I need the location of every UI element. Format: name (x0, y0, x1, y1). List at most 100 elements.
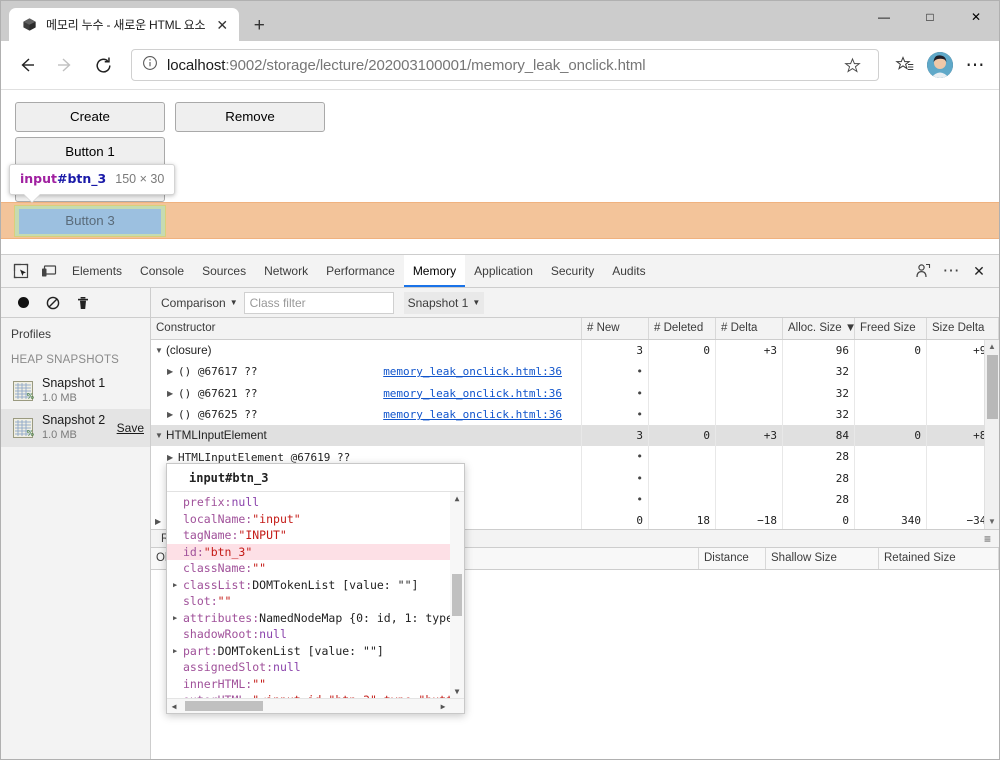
column-header-retained-size[interactable]: Retained Size (879, 548, 999, 569)
scroll-down-arrow[interactable]: ▼ (988, 515, 996, 529)
back-icon[interactable] (9, 47, 45, 83)
popover-scroll-up-arrow[interactable]: ▲ (455, 492, 460, 505)
settings-more-icon[interactable]: ⋯ (959, 49, 991, 81)
grid-vertical-scrollbar[interactable]: ▲ ▼ (984, 340, 999, 529)
column-header-new[interactable]: # New (582, 318, 649, 339)
popover-horizontal-scrollbar[interactable]: ◀ ▶ (167, 698, 464, 713)
tab-console[interactable]: Console (131, 255, 193, 287)
inspect-element-icon[interactable] (7, 258, 35, 284)
property-row[interactable]: tagName: "INPUT" (167, 527, 464, 544)
devtools-close-icon[interactable]: ✕ (965, 258, 993, 284)
address-bar[interactable]: localhost:9002/storage/lecture/202003100… (131, 49, 879, 81)
popover-vertical-scrollbar[interactable]: ▲ ▼ (450, 492, 464, 698)
column-header-delta[interactable]: # Delta (716, 318, 783, 339)
popover-scroll-down-arrow[interactable]: ▼ (455, 685, 460, 698)
source-link[interactable]: memory_leak_onclick.html:36 (383, 361, 576, 382)
minimize-button[interactable]: — (861, 1, 907, 33)
property-row[interactable]: assignedSlot: null (167, 659, 464, 676)
twisty-collapsed-icon[interactable]: ▶ (155, 511, 166, 529)
tab-security[interactable]: Security (542, 255, 603, 287)
record-icon[interactable] (9, 290, 37, 316)
sidebar-item-snapshot-2[interactable]: % Snapshot 2 1.0 MB Save (1, 409, 150, 447)
property-row[interactable]: id: "btn_3" (167, 543, 464, 560)
twisty-expanded-icon[interactable]: ▼ (155, 425, 166, 446)
property-row[interactable]: outerHTML: "<input id="btn_3" type="butt (167, 692, 464, 698)
create-button[interactable]: Create (15, 102, 165, 132)
close-icon[interactable]: ✕ (213, 16, 231, 34)
column-header-alloc-size[interactable]: Alloc. Size ▼ (783, 318, 855, 339)
column-header-constructor[interactable]: Constructor (151, 318, 582, 339)
tab-performance[interactable]: Performance (317, 255, 404, 287)
property-row[interactable]: className: "" (167, 560, 464, 577)
popover-scroll-right-arrow[interactable]: ▶ (436, 702, 450, 711)
close-window-button[interactable]: ✕ (953, 1, 999, 33)
twisty-collapsed-icon[interactable]: ▶ (167, 361, 178, 382)
favorite-star-icon[interactable] (836, 49, 868, 81)
hamburger-icon[interactable]: ≡ (984, 532, 999, 546)
save-snapshot-link[interactable]: Save (117, 421, 144, 435)
favorites-collections-icon[interactable] (889, 49, 921, 81)
tab-application[interactable]: Application (465, 255, 542, 287)
device-toolbar-icon[interactable] (35, 258, 63, 284)
class-filter-input[interactable]: Class filter (243, 291, 394, 314)
scroll-thumb[interactable] (986, 355, 998, 419)
tab-memory[interactable]: Memory (403, 255, 466, 287)
tab-network[interactable]: Network (255, 255, 317, 287)
remove-button[interactable]: Remove (175, 102, 325, 132)
twisty-expanded-icon[interactable]: ▼ (155, 340, 166, 361)
property-row[interactable]: localName: "input" (167, 511, 464, 528)
user-avatar[interactable] (927, 52, 953, 78)
tab-sources[interactable]: Sources (193, 255, 255, 287)
twisty-collapsed-icon[interactable]: ▶ (173, 577, 183, 594)
no-entry-icon[interactable] (39, 290, 67, 316)
table-row[interactable]: ▼(closure)30+3960+96 (151, 340, 999, 362)
popover-hscroll-thumb[interactable] (185, 701, 263, 711)
source-link[interactable]: memory_leak_onclick.html:36 (383, 404, 576, 425)
property-row[interactable]: prefix: null (167, 494, 464, 511)
popover-hscroll-track[interactable] (181, 701, 436, 711)
property-row[interactable]: innerHTML: "" (167, 676, 464, 693)
property-row[interactable]: ▶ part: DOMTokenList [value: ""] (167, 643, 464, 660)
new-tab-button[interactable]: + (243, 11, 275, 41)
property-row[interactable]: ▶ classList: DOMTokenList [value: ""] (167, 577, 464, 594)
column-header-freed-size[interactable]: Freed Size (855, 318, 927, 339)
table-row[interactable]: ▶() @67625 ?? memory_leak_onclick.html:36… (151, 403, 999, 426)
button-1[interactable]: Button 1 (15, 137, 165, 167)
devtools-more-icon[interactable]: ⋯ (937, 258, 965, 284)
info-circle-icon[interactable] (142, 55, 158, 76)
tab-elements[interactable]: Elements (63, 255, 131, 287)
column-header-deleted[interactable]: # Deleted (649, 318, 716, 339)
source-link[interactable]: memory_leak_onclick.html:36 (383, 383, 576, 404)
cell-deleted (649, 382, 716, 404)
twisty-collapsed-icon[interactable]: ▶ (173, 610, 183, 627)
trash-icon[interactable] (69, 290, 97, 316)
button-3[interactable]: Button 3 (15, 210, 165, 232)
property-row[interactable]: ▶ attributes: NamedNodeMap {0: id, 1: typ… (167, 610, 464, 627)
table-row[interactable]: ▼HTMLInputElement30+3840+84 (151, 425, 999, 447)
property-row[interactable]: slot: "" (167, 593, 464, 610)
maximize-button[interactable]: □ (907, 1, 953, 33)
popover-scroll-left-arrow[interactable]: ◀ (167, 702, 181, 711)
popover-scroll-thumb[interactable] (452, 574, 462, 616)
account-icon[interactable] (909, 258, 937, 284)
column-header-distance[interactable]: Distance (699, 548, 766, 569)
tab-audits[interactable]: Audits (603, 255, 654, 287)
sidebar-item-snapshot-1[interactable]: % Snapshot 1 1.0 MB (1, 372, 150, 409)
popover-property-list: prefix: null localName: "input" tagName: "… (167, 492, 464, 698)
property-row[interactable]: shadowRoot: null (167, 626, 464, 643)
url-text[interactable]: localhost:9002/storage/lecture/202003100… (167, 57, 827, 74)
snapshot-select[interactable]: Snapshot 1 ▼ (403, 291, 485, 314)
reload-icon[interactable] (85, 47, 121, 83)
browser-tab[interactable]: 메모리 누수 - 새로운 HTML 요소 ✕ (9, 8, 240, 41)
table-row[interactable]: ▶() @67621 ?? memory_leak_onclick.html:36… (151, 382, 999, 404)
twisty-collapsed-icon[interactable]: ▶ (167, 404, 178, 425)
view-mode-select[interactable]: Comparison ▼ (157, 292, 242, 314)
twisty-collapsed-icon[interactable]: ▶ (173, 643, 183, 660)
property-value: null (259, 627, 287, 641)
column-header-shallow-size[interactable]: Shallow Size (766, 548, 879, 569)
cell-freed-size (855, 467, 927, 490)
twisty-collapsed-icon[interactable]: ▶ (167, 383, 178, 404)
scroll-up-arrow[interactable]: ▲ (988, 340, 996, 354)
table-row[interactable]: ▶() @67617 ?? memory_leak_onclick.html:36… (151, 361, 999, 383)
column-header-size-delta[interactable]: Size Delta (927, 318, 999, 339)
